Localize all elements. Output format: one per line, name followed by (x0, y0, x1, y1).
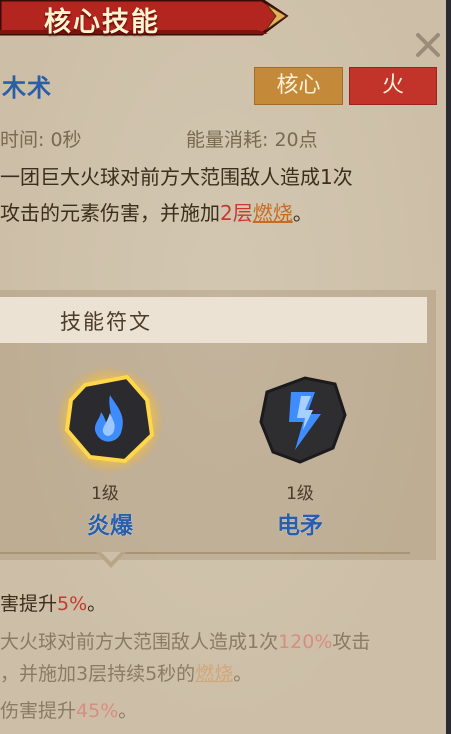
panel-edge (446, 0, 451, 734)
tag-core: 核心 (254, 67, 343, 105)
title-banner: 核心技能 (0, 0, 290, 38)
effect-end: 。 (87, 593, 107, 615)
page-title: 核心技能 (44, 7, 160, 38)
desc-stack-count: 2层 (220, 201, 253, 225)
rune-name-fire[interactable]: 炎爆 (70, 506, 150, 540)
effect-text: 大火球对前方大范围敌人造成1次 (0, 631, 279, 653)
cast-time: 时间: 0秒 (0, 129, 82, 151)
energy-cost: 能量消耗: 20点 (186, 129, 318, 151)
effect-text: ，并施加3层持续5秒的 (0, 663, 196, 685)
effect-percent: 45% (76, 700, 119, 722)
close-button[interactable] (411, 28, 445, 62)
rune-effect-line-4: 伤害提升45%。 (0, 696, 137, 723)
effect-text: 害提升 (0, 593, 58, 615)
effect-end: 。 (233, 663, 253, 685)
rune-effect-line-2: 大火球对前方大范围敌人造成1次120%攻击 (0, 627, 370, 654)
rune-slot-fire[interactable] (55, 365, 165, 475)
skill-description-line-2: 攻击的元素伤害，并施加2层燃烧。 (0, 197, 313, 226)
close-icon (416, 33, 440, 57)
rune-section-header: 技能符文 (0, 297, 427, 343)
effect-text: 伤害提升 (0, 700, 77, 722)
rune-effect-line-3: ，并施加3层持续5秒的燃烧。 (0, 659, 252, 686)
desc-text: 攻击的元素伤害，并施加 (0, 201, 220, 225)
effect-end: 。 (118, 700, 138, 722)
skill-name: 木术 (2, 74, 52, 102)
rune-slot-lightning[interactable] (255, 370, 355, 470)
rune-level-lightning: 1级 (286, 484, 314, 504)
effect-percent: 120% (278, 631, 333, 653)
rune-name-lightning[interactable]: 电矛 (260, 506, 340, 540)
burn-keyword-link-2[interactable]: 燃烧 (195, 663, 233, 685)
rune-effect-line-1: 害提升5%。 (0, 589, 106, 616)
effect-percent: 5% (57, 593, 88, 615)
lightning-rune-icon (259, 376, 347, 464)
rune-level-fire: 1级 (91, 484, 119, 504)
fire-rune-icon (56, 366, 164, 474)
burn-keyword-link[interactable]: 燃烧 (253, 201, 293, 225)
divider (0, 552, 410, 554)
tag-element: 火 (349, 67, 437, 105)
effect-end: 攻击 (332, 631, 371, 653)
rune-section-title: 技能符文 (60, 310, 152, 334)
chevron-down-icon (96, 552, 126, 576)
desc-end: 。 (292, 201, 313, 225)
skill-description-line-1: 一团巨大火球对前方大范围敌人造成1次 (0, 165, 353, 189)
